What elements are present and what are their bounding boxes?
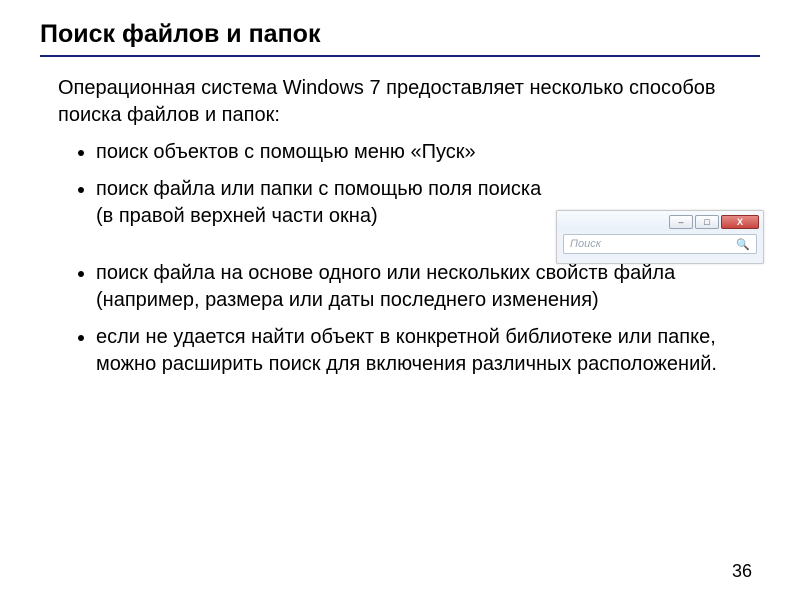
- titlebar: – □ X: [557, 211, 763, 231]
- list-item: если не удается найти объект в конкретно…: [96, 324, 760, 378]
- intro-paragraph: Операционная система Windows 7 предостав…: [58, 75, 760, 129]
- search-row: Поиск 🔍: [557, 231, 763, 258]
- list-item: поиск объектов с помощью меню «Пуск»: [96, 139, 760, 166]
- search-placeholder: Поиск: [570, 238, 601, 250]
- bullet-list: поиск файла на основе одного или несколь…: [40, 260, 760, 378]
- maximize-button[interactable]: □: [695, 215, 719, 229]
- page-number: 36: [732, 561, 752, 582]
- slide: Поиск файлов и папок Операционная систем…: [0, 0, 800, 600]
- search-icon: 🔍: [736, 238, 750, 251]
- close-button[interactable]: X: [721, 215, 759, 229]
- win7-window-snippet: – □ X Поиск 🔍: [556, 210, 764, 264]
- search-input[interactable]: Поиск 🔍: [563, 234, 757, 254]
- title-divider: [40, 55, 760, 57]
- list-item: поиск файла на основе одного или несколь…: [96, 260, 760, 314]
- minimize-button[interactable]: –: [669, 215, 693, 229]
- slide-title: Поиск файлов и папок: [40, 20, 760, 49]
